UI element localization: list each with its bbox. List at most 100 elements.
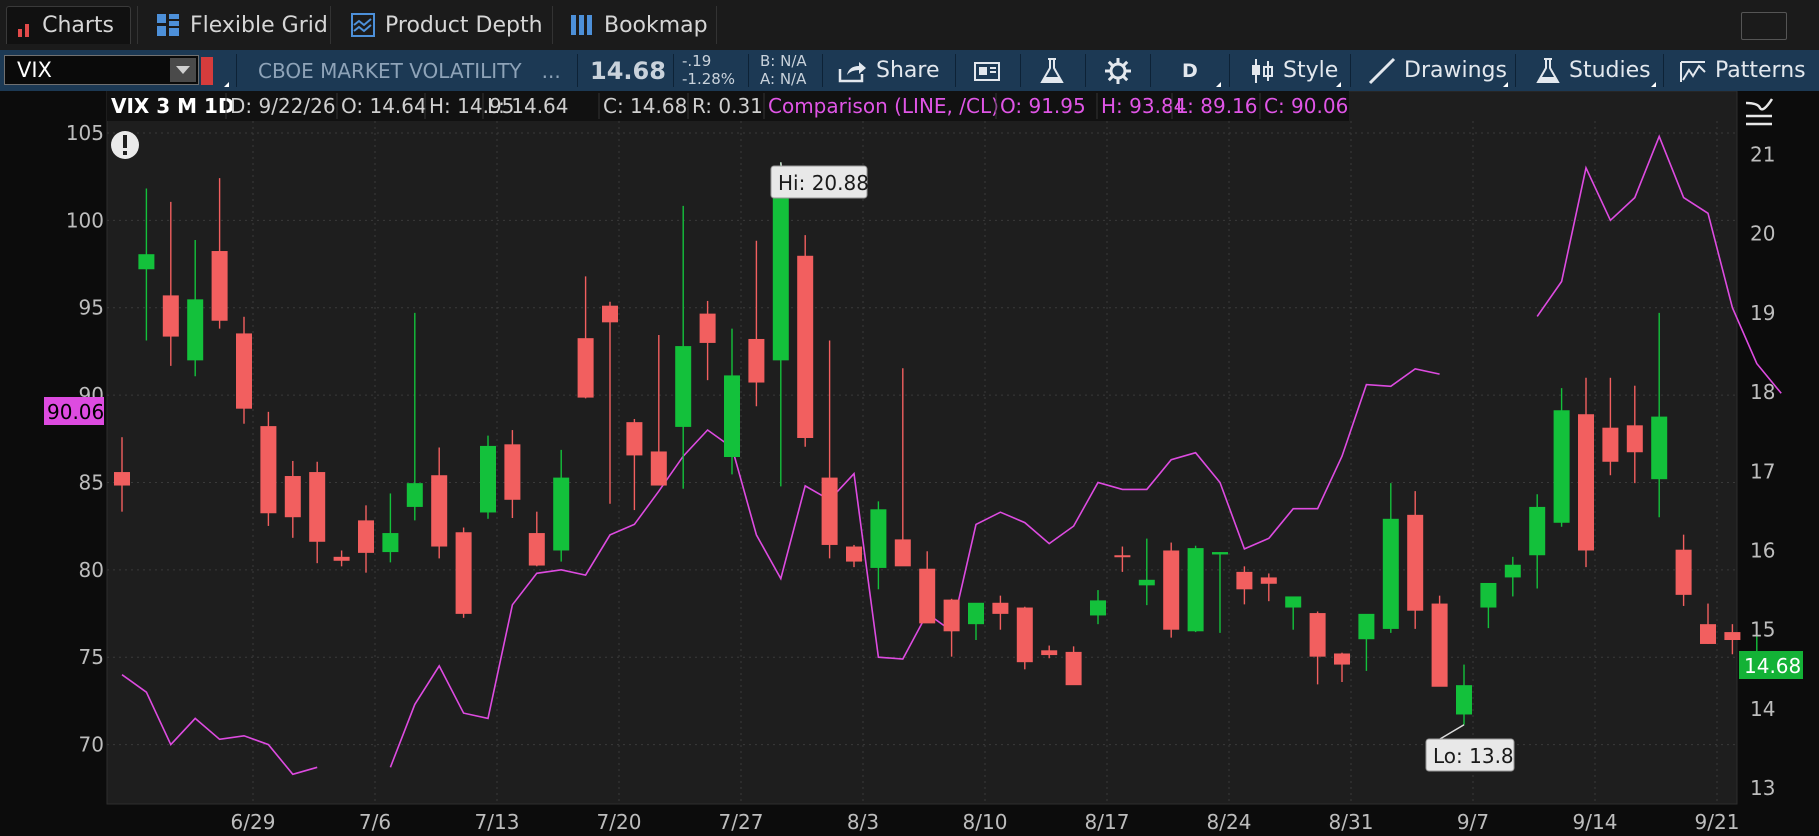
- candle: [1016, 606, 1033, 670]
- right-axis-tick: 16: [1750, 538, 1775, 562]
- x-axis-tick: 9/14: [1573, 810, 1618, 834]
- x-axis-tick: 6/29: [231, 810, 276, 834]
- x-axis-tick: 7/13: [475, 810, 520, 834]
- x-axis-tick: 8/31: [1329, 810, 1374, 834]
- bookmap-icon: [571, 15, 592, 35]
- studies-flask-icon: [1536, 57, 1560, 83]
- left-axis-tick: 100: [66, 208, 104, 232]
- symbol-input[interactable]: VIX: [4, 55, 199, 85]
- right-axis-tick: 14: [1750, 697, 1775, 721]
- patterns-button[interactable]: Patterns: [1679, 50, 1806, 91]
- symbol-description: CBOE MARKET VOLATILITY ...: [258, 58, 561, 83]
- comparison-last-label: 90.06: [47, 400, 104, 424]
- left-axis-tick: 85: [79, 470, 104, 494]
- chevron-down-icon: [176, 66, 190, 74]
- plot-area[interactable]: [106, 91, 1738, 805]
- candle-style-icon: [1252, 58, 1273, 83]
- x-axis-tick: 9/7: [1457, 810, 1489, 834]
- drawings-button[interactable]: Drawings: [1368, 50, 1507, 91]
- candle: [1163, 542, 1180, 638]
- share-icon: [838, 61, 866, 82]
- header-close: C: 14.68: [603, 94, 687, 118]
- hi-callout: Hi: 20.88: [770, 162, 869, 199]
- gear-icon: [1105, 57, 1131, 84]
- style-button[interactable]: Style: [1249, 50, 1338, 91]
- header-cmp-close: C: 90.06: [1264, 94, 1348, 118]
- flexible-layout-button[interactable]: [973, 50, 1001, 91]
- grid-icon: [157, 14, 179, 36]
- x-axis-tick: 7/20: [597, 810, 642, 834]
- x-axis-tick: 9/21: [1695, 810, 1740, 834]
- share-button[interactable]: Share: [838, 50, 940, 91]
- right-axis-tick: 19: [1750, 301, 1775, 325]
- link-icon: [201, 56, 213, 85]
- tab-product-depth[interactable]: Product Depth: [341, 6, 559, 44]
- x-axis-tick: 7/6: [359, 810, 391, 834]
- candle: [1187, 545, 1204, 633]
- x-axis-tick: 8/24: [1207, 810, 1252, 834]
- x-axis-tick: 8/3: [847, 810, 879, 834]
- chart-area[interactable]: 7075808590951001051314151617181920216/29…: [0, 91, 1819, 836]
- tab-label: Product Depth: [385, 12, 543, 38]
- period-button[interactable]: D: [1182, 50, 1198, 91]
- header-range: R: 0.31: [692, 94, 763, 118]
- patterns-icon: [1680, 60, 1706, 82]
- tab-bar: Charts Flexible Grid Product Depth Bookm…: [0, 0, 1819, 51]
- header-cmp-open: O: 91.95: [1000, 94, 1086, 118]
- tab-flexible-grid[interactable]: Flexible Grid: [146, 6, 344, 44]
- symbol-dropdown-button[interactable]: [170, 58, 196, 82]
- candle: [455, 527, 472, 618]
- tab-label: Bookmap: [604, 12, 708, 38]
- right-axis-tick: 18: [1750, 380, 1775, 404]
- candle: [260, 411, 277, 526]
- header-cmp-low: L: 89.16: [1176, 94, 1258, 118]
- last-price-label: 14.68: [1744, 654, 1801, 678]
- right-axis-tick: 15: [1750, 618, 1775, 642]
- chart-header: VIX 3 M 1D D: 9/22/26 O: 14.64 H: 14.95 …: [107, 91, 1348, 121]
- left-axis-tick: 70: [79, 733, 104, 757]
- header-cmp-high: H: 93.84: [1101, 94, 1186, 118]
- right-axis-tick: 20: [1750, 222, 1775, 246]
- alert-icon[interactable]: [111, 131, 139, 159]
- x-axis-tick: 8/17: [1085, 810, 1130, 834]
- depth-icon: [351, 13, 375, 37]
- candle: [797, 235, 814, 447]
- left-axis-tick: 80: [79, 558, 104, 582]
- net-change: -.19 -1.28%: [682, 52, 736, 88]
- hi-label: Hi: 20.88: [778, 171, 869, 195]
- link-badge[interactable]: [201, 50, 213, 91]
- tab-label: Charts: [42, 13, 114, 38]
- left-axis-tick: 75: [79, 645, 104, 669]
- bar-chart-icon: [18, 18, 33, 37]
- header-date: D: 9/22/26: [230, 94, 336, 118]
- header-comparison: Comparison (LINE, /CL): [768, 94, 999, 118]
- right-axis-tick: 21: [1750, 142, 1775, 166]
- lo-label: Lo: 13.8: [1433, 744, 1514, 768]
- right-axis-tick: 13: [1750, 776, 1775, 800]
- header-open: O: 14.64: [341, 94, 427, 118]
- window-button[interactable]: [1741, 12, 1787, 40]
- candle: [480, 435, 496, 519]
- left-axis-tick: 105: [66, 121, 104, 145]
- layout-icon: [974, 61, 1000, 81]
- x-axis-tick: 8/10: [963, 810, 1008, 834]
- chart-toolbar: CBOE MARKET VOLATILITY ... 14.68 -.19 -1…: [0, 50, 1819, 91]
- right-axis-tick: 17: [1750, 459, 1775, 483]
- candle: [1431, 595, 1448, 687]
- last-price: 14.68: [590, 56, 666, 85]
- header-low: L: 14.64: [487, 94, 569, 118]
- chart-title: VIX 3 M 1D: [111, 94, 235, 118]
- settings-button[interactable]: [1104, 50, 1132, 91]
- last-price-badge: 14.68: [1739, 651, 1803, 679]
- comparison-last-badge: 90.06: [44, 397, 104, 425]
- flask-icon: [1040, 57, 1064, 83]
- lab-button[interactable]: [1039, 50, 1065, 91]
- tab-charts[interactable]: Charts: [6, 6, 131, 44]
- tab-label: Flexible Grid: [190, 12, 328, 38]
- studies-button[interactable]: Studies: [1535, 50, 1651, 91]
- tab-bookmap[interactable]: Bookmap: [560, 6, 724, 44]
- left-axis-tick: 95: [79, 296, 104, 320]
- x-axis-tick: 7/27: [719, 810, 764, 834]
- bid-ask: B: N/A A: N/A: [760, 52, 807, 88]
- candle: [1065, 646, 1082, 686]
